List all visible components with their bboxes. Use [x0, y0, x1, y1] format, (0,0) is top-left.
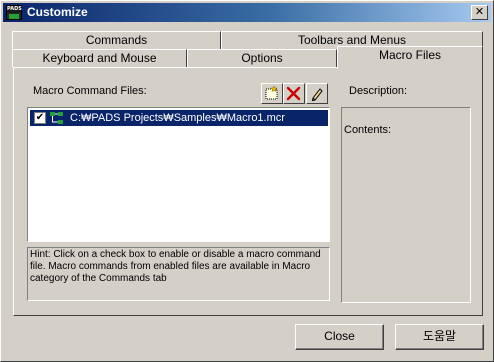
- tab-options[interactable]: Options: [187, 49, 337, 67]
- tab-options-label: Options: [241, 51, 283, 65]
- tab-keyboard-and-mouse-label: Keyboard and Mouse: [42, 51, 157, 65]
- tab-macro-files[interactable]: Macro Files: [337, 46, 483, 69]
- customize-dialog: PADS Customize ✕ Commands Toolbars and M…: [0, 0, 494, 362]
- tab-keyboard-and-mouse[interactable]: Keyboard and Mouse: [12, 49, 187, 67]
- description-box: Contents:: [341, 107, 471, 303]
- window-title: Customize: [27, 5, 88, 19]
- tab-macro-files-label: Macro Files: [378, 48, 441, 62]
- macro-files-list[interactable]: ✔ C:₩PADS Projects₩Samples₩Macro1.mcr: [27, 107, 330, 242]
- help-button[interactable]: 도움말: [395, 324, 484, 350]
- tab-toolbars-and-menus-label: Toolbars and Menus: [297, 33, 407, 47]
- delete-macro-file-button[interactable]: [283, 83, 305, 104]
- close-window-button[interactable]: ✕: [471, 5, 488, 20]
- new-macro-file-button[interactable]: [261, 83, 283, 104]
- list-item[interactable]: ✔ C:₩PADS Projects₩Samples₩Macro1.mcr: [30, 110, 328, 126]
- new-file-icon: [265, 85, 278, 100]
- macro-files-panel: Macro Command Files: ✔ C:₩PADS Projects₩…: [13, 67, 483, 316]
- close-icon: ✕: [474, 5, 485, 18]
- pencil-edit-icon: [311, 88, 323, 102]
- pads-app-icon: PADS: [6, 5, 22, 20]
- tab-commands[interactable]: Commands: [12, 31, 221, 49]
- pads-icon-text: PADS: [7, 6, 22, 13]
- title-bar[interactable]: PADS Customize ✕: [3, 3, 491, 22]
- description-label: Description:: [349, 85, 408, 97]
- close-button[interactable]: Close: [295, 324, 384, 350]
- delete-x-icon: [286, 86, 301, 101]
- edit-macro-file-button[interactable]: [306, 83, 328, 104]
- tab-commands-label: Commands: [85, 33, 148, 47]
- macro-tree-icon: [50, 112, 63, 124]
- hint-text: Hint: Click on a check box to enable or …: [27, 247, 330, 301]
- checkmark-icon: ✔: [35, 112, 45, 123]
- macro-command-files-label: Macro Command Files:: [33, 85, 147, 97]
- macro-file-path: C:₩PADS Projects₩Samples₩Macro1.mcr: [70, 112, 285, 124]
- enable-macro-checkbox[interactable]: ✔: [34, 112, 46, 124]
- contents-label: Contents:: [344, 124, 392, 136]
